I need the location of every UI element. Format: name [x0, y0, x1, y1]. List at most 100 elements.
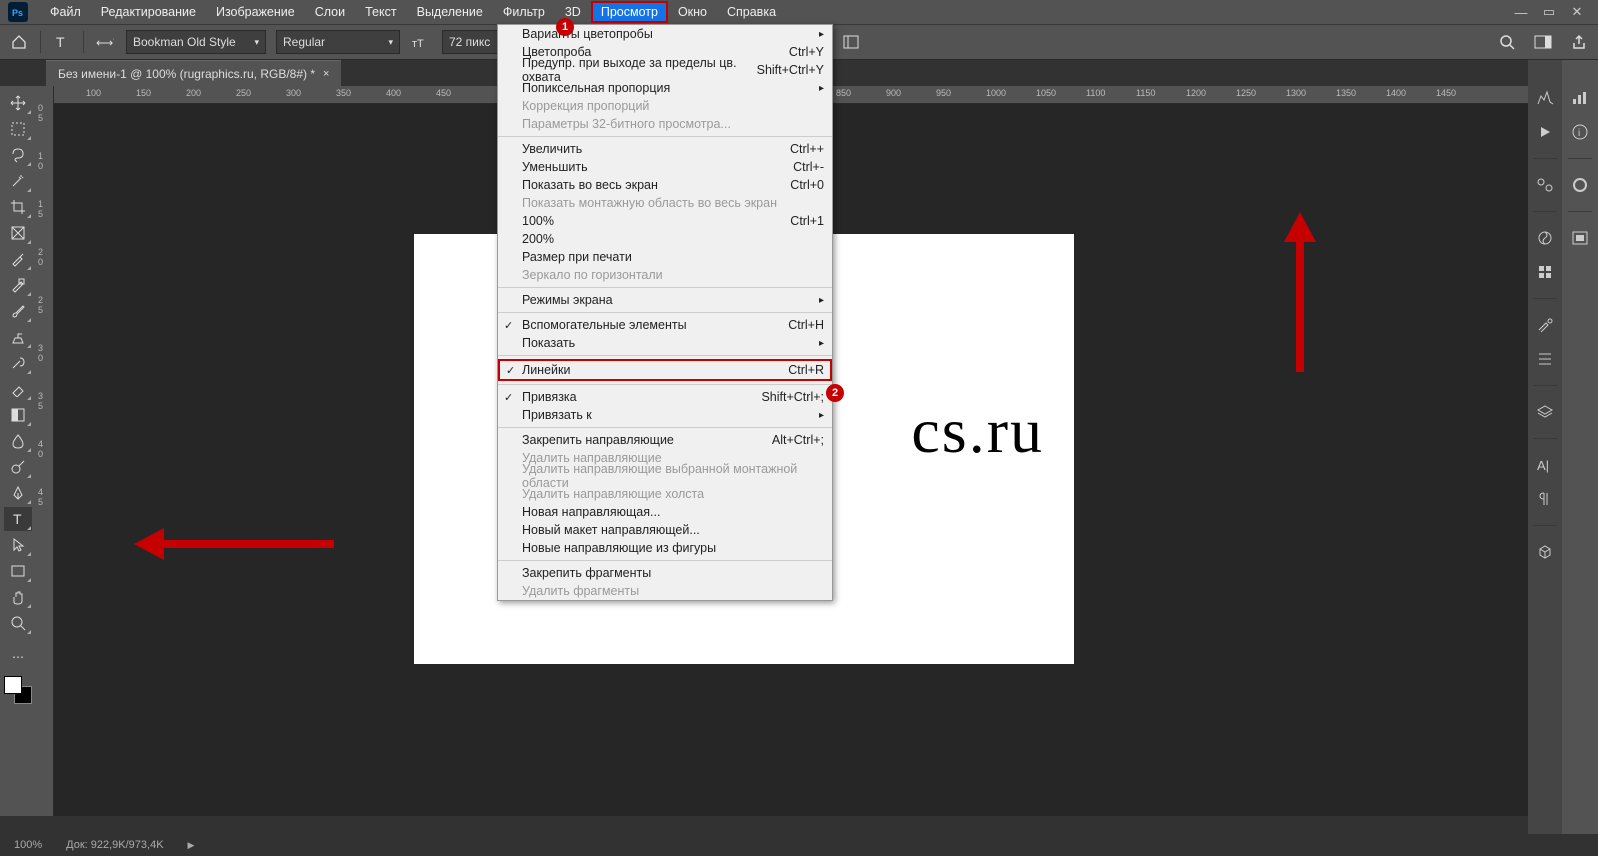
- menu-item[interactable]: 200%: [498, 230, 832, 248]
- menu-item[interactable]: Привязать к▸: [498, 406, 832, 424]
- layers-icon[interactable]: [1533, 400, 1557, 424]
- brushes-icon[interactable]: [1533, 347, 1557, 371]
- frame-tool[interactable]: [4, 221, 32, 245]
- menu-item[interactable]: ✓Вспомогательные элементыCtrl+H: [498, 316, 832, 334]
- paragraph-icon[interactable]: [1533, 487, 1557, 511]
- gradient-tool[interactable]: [4, 403, 32, 427]
- eyedropper-tool[interactable]: [4, 247, 32, 271]
- path-selection-tool[interactable]: [4, 533, 32, 557]
- text-orientation-icon[interactable]: ⟷T: [94, 31, 116, 53]
- menu-item[interactable]: УменьшитьCtrl+-: [498, 158, 832, 176]
- menu-item[interactable]: ✓ПривязкаShift+Ctrl+;: [498, 388, 832, 406]
- text-tool-indicator-icon: T: [51, 31, 73, 53]
- menu-item: Удалить фрагменты: [498, 582, 832, 600]
- cc-libraries-icon[interactable]: [1568, 173, 1592, 197]
- svg-text:A|: A|: [1537, 458, 1549, 473]
- menu-item[interactable]: Варианты цветопробы▸: [498, 25, 832, 43]
- font-weight-select[interactable]: Regular▾: [276, 30, 400, 54]
- dodge-tool[interactable]: [4, 455, 32, 479]
- pen-tool[interactable]: [4, 481, 32, 505]
- menu-item[interactable]: Закрепить направляющиеAlt+Ctrl+;: [498, 431, 832, 449]
- menu-item[interactable]: ✓ЛинейкиCtrl+R: [498, 359, 832, 381]
- share-icon[interactable]: [1568, 31, 1590, 53]
- hand-tool[interactable]: [4, 585, 32, 609]
- status-bar: 100% Док: 922,9K/973,4K ▶: [0, 834, 1598, 856]
- close-icon[interactable]: ✕: [1570, 5, 1584, 19]
- menu-item[interactable]: Попиксельная пропорция▸: [498, 79, 832, 97]
- tab-close-icon[interactable]: ×: [323, 68, 329, 80]
- menu-item[interactable]: Новый макет направляющей...: [498, 521, 832, 539]
- maximize-icon[interactable]: ▭: [1542, 5, 1556, 19]
- vertical-ruler[interactable]: 051015202530354045: [36, 86, 54, 816]
- swatches-icon[interactable]: [1533, 226, 1557, 250]
- info-icon[interactable]: i: [1568, 120, 1592, 144]
- menu-item[interactable]: Размер при печати: [498, 248, 832, 266]
- menu-item[interactable]: Режимы экрана▸: [498, 291, 832, 309]
- zoom-level[interactable]: 100%: [14, 839, 42, 851]
- menu-слои[interactable]: Слои: [305, 1, 355, 23]
- menu-item[interactable]: Показать во весь экранCtrl+0: [498, 176, 832, 194]
- menu-текст[interactable]: Текст: [355, 1, 406, 23]
- clone-stamp-tool[interactable]: [4, 325, 32, 349]
- search-icon[interactable]: [1496, 31, 1518, 53]
- zoom-tool[interactable]: [4, 611, 32, 635]
- play-icon[interactable]: [1533, 120, 1557, 144]
- menu-изображение[interactable]: Изображение: [206, 1, 305, 23]
- move-tool[interactable]: [4, 91, 32, 115]
- menu-item[interactable]: Закрепить фрагменты: [498, 564, 832, 582]
- menu-выделение[interactable]: Выделение: [407, 1, 493, 23]
- minimize-icon[interactable]: —: [1514, 5, 1528, 19]
- menu-item[interactable]: Новые направляющие из фигуры: [498, 539, 832, 557]
- status-caret-icon[interactable]: ▶: [188, 840, 195, 851]
- canvas-text-layer[interactable]: cs.ru: [911, 394, 1044, 468]
- patterns-icon[interactable]: [1533, 260, 1557, 284]
- menu-справка[interactable]: Справка: [717, 1, 786, 23]
- history-brush-tool[interactable]: [4, 351, 32, 375]
- menu-редактирование[interactable]: Редактирование: [91, 1, 206, 23]
- panel-toggle-icon[interactable]: [840, 31, 862, 53]
- 3d-icon[interactable]: [1533, 540, 1557, 564]
- document-tab-title: Без имени-1 @ 100% (rugraphics.ru, RGB/8…: [58, 67, 315, 81]
- menu-просмотр[interactable]: Просмотр: [591, 1, 668, 23]
- foreground-background-color[interactable]: [4, 676, 32, 704]
- menu-файл[interactable]: Файл: [40, 1, 91, 23]
- crop-tool[interactable]: [4, 195, 32, 219]
- styles-icon[interactable]: [1568, 226, 1592, 250]
- eraser-tool[interactable]: [4, 377, 32, 401]
- menu-item[interactable]: Новая направляющая...: [498, 503, 832, 521]
- menu-item: Коррекция пропорций: [498, 97, 832, 115]
- healing-brush-tool[interactable]: [4, 273, 32, 297]
- menu-item[interactable]: Предупр. при выходе за пределы цв. охват…: [498, 61, 832, 79]
- menu-item[interactable]: 100%Ctrl+1: [498, 212, 832, 230]
- brush-tool[interactable]: [4, 299, 32, 323]
- type-tool[interactable]: T: [4, 507, 32, 531]
- menu-окно[interactable]: Окно: [668, 1, 717, 23]
- menu-фильтр[interactable]: Фильтр: [493, 1, 555, 23]
- adjustments-icon[interactable]: [1533, 173, 1557, 197]
- svg-text:Ps: Ps: [12, 8, 23, 18]
- menu-bar: Ps ФайлРедактированиеИзображениеСлоиТекс…: [0, 0, 1598, 24]
- edit-toolbar-icon[interactable]: ⋯: [4, 645, 32, 669]
- rectangle-tool[interactable]: [4, 559, 32, 583]
- menu-item: Показать монтажную область во весь экран: [498, 194, 832, 212]
- svg-text:⟷T: ⟷T: [96, 36, 114, 50]
- levels-icon[interactable]: [1568, 86, 1592, 110]
- lasso-tool[interactable]: [4, 143, 32, 167]
- document-tab[interactable]: Без имени-1 @ 100% (rugraphics.ru, RGB/8…: [46, 60, 341, 86]
- brush-settings-icon[interactable]: [1533, 313, 1557, 337]
- font-size-select[interactable]: 72 пикс: [442, 30, 502, 54]
- menu-item[interactable]: УвеличитьCtrl++: [498, 140, 832, 158]
- home-icon[interactable]: [8, 31, 30, 53]
- window-controls: — ▭ ✕: [1514, 5, 1590, 19]
- marquee-tool[interactable]: [4, 117, 32, 141]
- annotation-badge-2: 2: [826, 384, 844, 402]
- magic-wand-tool[interactable]: [4, 169, 32, 193]
- blur-tool[interactable]: [4, 429, 32, 453]
- menu-item[interactable]: Показать▸: [498, 334, 832, 352]
- histogram-icon[interactable]: [1533, 86, 1557, 110]
- font-size-icon: тТ: [410, 31, 432, 53]
- font-family-select[interactable]: Bookman Old Style▾: [126, 30, 266, 54]
- character-icon[interactable]: A|: [1533, 453, 1557, 477]
- workspace-icon[interactable]: [1532, 31, 1554, 53]
- svg-text:T: T: [13, 511, 22, 527]
